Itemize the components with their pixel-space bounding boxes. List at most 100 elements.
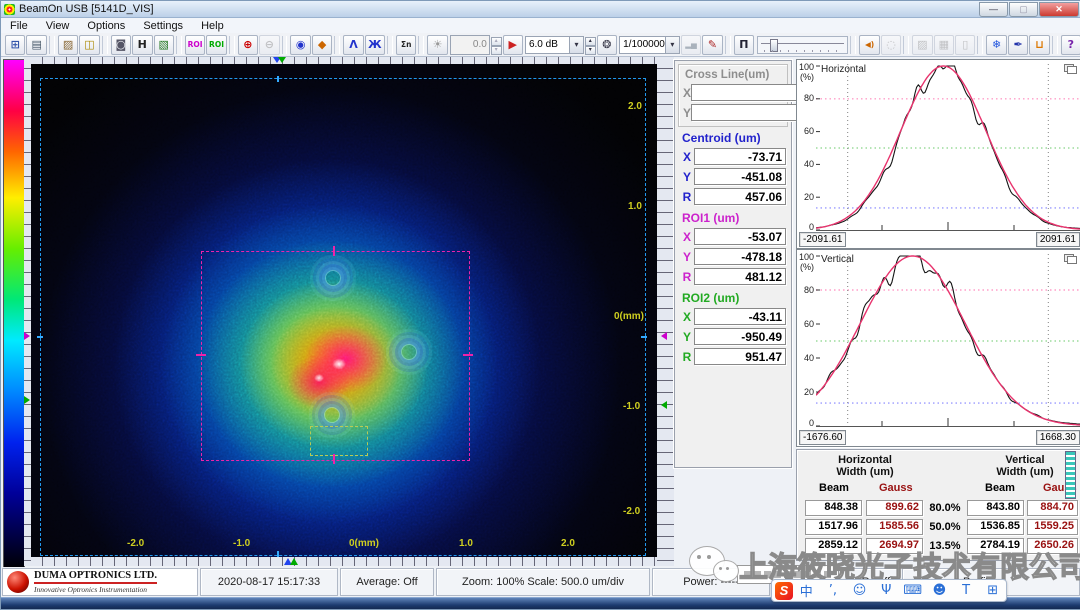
print-button[interactable]: ▤ [26, 35, 46, 55]
gain-spinner[interactable]: ▴▾ [585, 37, 596, 53]
v-beam-50: 1536.85 [967, 519, 1024, 535]
sogou-logo-icon[interactable]: S [775, 582, 793, 600]
cross-line-y-label: Y [683, 106, 691, 120]
sound-button[interactable]: ◀) [859, 35, 879, 55]
h-beam-13: 2859.12 [805, 538, 862, 554]
properties-button[interactable]: ▨ [58, 35, 78, 55]
annotate-button[interactable]: ✎ [702, 35, 722, 55]
voice-input-icon[interactable]: Ψ [873, 583, 900, 598]
h-gauss-50: 1585.56 [866, 519, 923, 535]
camera-button[interactable]: ◙ [111, 35, 131, 55]
roi2-rectangle[interactable] [310, 426, 368, 456]
roi2-x-label: X [680, 310, 694, 324]
laser-point-button[interactable]: ☀ [427, 35, 447, 55]
centroid-x-value: -73.71 [694, 148, 786, 165]
y-unit: (%) [797, 72, 814, 82]
duma-logo: DUMA OPTRONICS LTD. Innovative Optronics… [2, 568, 198, 596]
toolbar-separator [1052, 36, 1058, 54]
centroid-r-label: R [680, 190, 694, 204]
y-tick: 40 [797, 159, 814, 169]
emoji-icon[interactable]: ☺ [846, 583, 873, 598]
centroid-r-value: 457.06 [694, 188, 786, 205]
app-icon [4, 4, 15, 15]
roi1-r-value: 481.12 [694, 268, 786, 285]
right-ruler [657, 57, 674, 566]
menu-help[interactable]: Help [192, 20, 233, 32]
toolbar-separator [977, 36, 983, 54]
roi2-marker-left-icon[interactable] [24, 396, 30, 404]
power-scale-select[interactable]: 1/100000▾ [619, 36, 680, 54]
gauss-fit-button[interactable]: Λ [343, 35, 363, 55]
y-axis-label: 2.0 [628, 101, 642, 112]
image-view-button[interactable]: ▧ [154, 35, 174, 55]
left-ruler [24, 57, 31, 566]
toolbox-icon[interactable]: ⊞ [979, 583, 1006, 598]
menu-view[interactable]: View [37, 20, 79, 32]
roi2-marker-right-icon[interactable] [661, 401, 667, 409]
h-beam-50: 1517.96 [805, 519, 862, 535]
cascade-windows-icon[interactable] [1064, 254, 1077, 264]
log-sheet-button: ▯ [955, 35, 975, 55]
menu-bar: File View Options Settings Help [1, 18, 1080, 34]
minimize-button[interactable]: — [979, 2, 1008, 17]
roi2-group: ROI2 (um) X-43.11 Y-950.49 R951.47 [680, 291, 786, 365]
level-80: 80.0% [925, 502, 965, 514]
view-3d-button[interactable]: ◆ [312, 35, 332, 55]
x-max-box: 1668.30 [1036, 430, 1080, 445]
ellipse-button[interactable]: ◉ [290, 35, 310, 55]
table-scrollbar[interactable] [1065, 451, 1076, 499]
y-tick: 40 [797, 353, 814, 363]
open-report-button[interactable]: ⊞ [5, 35, 25, 55]
menu-options[interactable]: Options [78, 20, 134, 32]
x-axis-label: 2.0 [561, 538, 575, 549]
sum-frames-button[interactable]: Σn [396, 35, 416, 55]
menu-settings[interactable]: Settings [134, 20, 192, 32]
roi2-button[interactable]: ROI [206, 35, 226, 55]
fill-bucket-button[interactable]: ⊔ [1029, 35, 1049, 55]
account-icon[interactable]: ☻ [926, 583, 953, 598]
toolbar-separator [387, 36, 393, 54]
histogram-button: ▂▅ [681, 35, 701, 55]
roi2-r-label: R [680, 350, 694, 364]
soft-keyboard-icon[interactable]: ⌨ [900, 583, 927, 598]
roi2-marker-top-icon[interactable] [278, 57, 286, 63]
position-slider[interactable] [757, 36, 848, 54]
y-axis-label: 0(mm) [614, 311, 644, 322]
maximize-button: ▢ [1009, 2, 1038, 17]
centroid-marker-right-icon[interactable] [661, 332, 667, 340]
horizontal-profile-plot [816, 60, 1080, 232]
centroid-marker-left-icon[interactable] [24, 332, 30, 340]
freeze-frame-button[interactable]: H [132, 35, 152, 55]
roi2-y-value: -950.49 [694, 328, 786, 345]
outline-tick [277, 76, 279, 82]
roi1-button[interactable]: ROI [185, 35, 205, 55]
zoom-in-button[interactable]: ⊕ [238, 35, 258, 55]
horizontal-profile-chart: Horizontal 100 (%) 80 60 40 20 0 -2091.6… [796, 59, 1080, 249]
skin-icon[interactable]: T [953, 583, 980, 598]
roi2-title: ROI2 (um) [682, 291, 786, 305]
toolbar-separator [903, 36, 909, 54]
close-button[interactable]: ✕ [1039, 2, 1079, 17]
cascade-windows-icon[interactable] [1064, 64, 1077, 74]
pulse-button[interactable]: Π [734, 35, 754, 55]
freeze-button[interactable]: ❄ [986, 35, 1006, 55]
ink-flask-button[interactable]: ✒ [1008, 35, 1028, 55]
roi2-marker-bottom-icon[interactable] [290, 558, 298, 565]
chinese-mode-icon[interactable]: 中 [793, 581, 820, 600]
gain-marker-button[interactable]: ▶ [503, 35, 523, 55]
help-button[interactable]: ? [1061, 35, 1080, 55]
settings-gear-button[interactable]: ❂ [597, 35, 617, 55]
menu-file[interactable]: File [1, 20, 37, 32]
exit-button[interactable]: ◫ [79, 35, 99, 55]
data-table-button: ▦ [934, 35, 954, 55]
cross-profiles-button[interactable]: Ж [365, 35, 385, 55]
toolbar-separator [418, 36, 424, 54]
gain-select[interactable]: 6.0 dB▾ [525, 36, 584, 54]
width-results-table: HorizontalWidth (um) VerticalWidth (um) … [796, 449, 1080, 561]
v-beam-80: 843.80 [967, 500, 1024, 516]
punctuation-icon[interactable]: ’, [820, 583, 847, 598]
beam-display[interactable]: -2.0 -1.0 0(mm) 1.0 2.0 2.0 1.0 0(mm) -1… [31, 64, 657, 557]
toolbar-separator [725, 36, 731, 54]
y-tick: 80 [797, 93, 814, 103]
v-beam-col-header: Beam [985, 482, 1015, 494]
